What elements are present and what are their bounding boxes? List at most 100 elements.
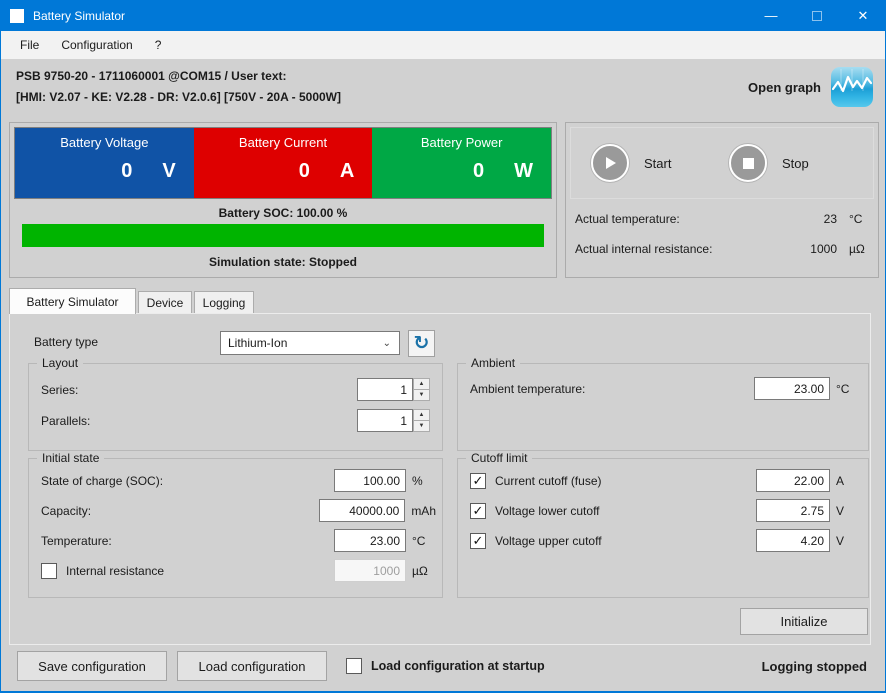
series-down-button[interactable]: ▼ — [413, 390, 430, 401]
initialize-button[interactable]: Initialize — [740, 608, 868, 635]
actual-resistance-label: Actual internal resistance: — [575, 242, 791, 256]
close-button[interactable]: ✕ — [840, 0, 886, 31]
initial-temperature-unit: °C — [406, 534, 436, 548]
battery-power-label: Battery Power — [372, 135, 551, 150]
parallels-stepper: ▲▼ — [357, 409, 430, 432]
tab-battery-simulator-label: Battery Simulator — [26, 295, 118, 309]
actual-resistance-unit: µΩ — [837, 242, 871, 256]
battery-current-meter: Battery Current 0A — [194, 128, 373, 198]
open-graph-label: Open graph — [748, 80, 821, 95]
ambient-group: Ambient Ambient temperature: °C — [457, 363, 869, 451]
initialize-button-label: Initialize — [781, 614, 828, 629]
parallels-down-button[interactable]: ▼ — [413, 421, 430, 432]
menu-configuration[interactable]: Configuration — [50, 33, 143, 57]
load-configuration-label: Load configuration — [199, 659, 306, 674]
voltage-upper-cutoff-unit: V — [830, 534, 860, 548]
layout-group-title: Layout — [37, 356, 83, 370]
device-info-line1: PSB 9750-20 - 1711060001 @COM15 / User t… — [16, 66, 341, 87]
actual-temperature-value: 23 — [791, 212, 837, 226]
load-configuration-button[interactable]: Load configuration — [177, 651, 327, 681]
current-cutoff-unit: A — [830, 474, 860, 488]
battery-type-label: Battery type — [34, 335, 98, 349]
app-window: Battery Simulator — ✕ File Configuration… — [0, 0, 886, 693]
simulation-state-label: Simulation state: Stopped — [10, 255, 556, 269]
ambient-temperature-input[interactable] — [754, 377, 830, 400]
battery-power-unit: W — [514, 160, 533, 183]
voltage-upper-cutoff-checkbox[interactable]: ✓ — [470, 533, 486, 549]
cutoff-limit-group: Cutoff limit ✓ Current cutoff (fuse) A ✓… — [457, 458, 869, 598]
tab-logging[interactable]: Logging — [194, 291, 254, 314]
maximize-button[interactable] — [794, 0, 840, 31]
stop-icon — [729, 144, 767, 182]
series-stepper: ▲▼ — [357, 378, 430, 401]
refresh-battery-type-button[interactable]: ↻ — [408, 330, 435, 357]
voltage-upper-cutoff-label: Voltage upper cutoff — [495, 534, 602, 548]
soc-input[interactable] — [334, 469, 406, 492]
load-config-at-startup-checkbox[interactable] — [346, 658, 362, 674]
control-panel: Start Stop Actual temperature: 23 °C Act… — [565, 122, 879, 278]
menu-help[interactable]: ? — [144, 33, 173, 57]
ambient-temperature-label: Ambient temperature: — [470, 382, 585, 396]
parallels-label: Parallels: — [41, 414, 90, 428]
tab-device-label: Device — [147, 296, 184, 310]
ambient-group-title: Ambient — [466, 356, 520, 370]
voltage-lower-cutoff-label: Voltage lower cutoff — [495, 504, 600, 518]
save-configuration-label: Save configuration — [38, 659, 146, 674]
tab-battery-simulator[interactable]: Battery Simulator — [9, 288, 136, 314]
actual-temperature-label: Actual temperature: — [575, 212, 791, 226]
internal-resistance-label: Internal resistance — [66, 564, 164, 578]
series-up-button[interactable]: ▲ — [413, 378, 430, 390]
actual-resistance-value: 1000 — [791, 242, 837, 256]
layout-group: Layout Series: ▲▼ Parallels: ▲▼ — [28, 363, 443, 451]
initial-state-group: Initial state State of charge (SOC): % C… — [28, 458, 443, 598]
battery-type-dropdown[interactable]: Lithium-Ion ⌄ — [220, 331, 400, 355]
logging-status-label: Logging stopped — [762, 659, 867, 674]
tab-device[interactable]: Device — [138, 291, 192, 314]
actual-temperature-row: Actual temperature: 23 °C — [575, 212, 871, 226]
voltage-upper-cutoff-input[interactable] — [756, 529, 830, 552]
open-graph-button[interactable]: Open graph — [748, 67, 873, 107]
minimize-button[interactable]: — — [748, 0, 794, 31]
internal-resistance-checkbox[interactable] — [41, 563, 57, 579]
capacity-input[interactable] — [319, 499, 405, 522]
voltage-lower-cutoff-input[interactable] — [756, 499, 830, 522]
menu-bar: File Configuration ? — [1, 31, 885, 59]
current-cutoff-checkbox[interactable]: ✓ — [470, 473, 486, 489]
internal-resistance-input — [334, 559, 406, 582]
battery-power-meter: Battery Power 0 W — [372, 128, 551, 198]
start-button[interactable]: Start — [591, 144, 671, 182]
soc-progress-fill — [22, 224, 544, 247]
chevron-down-icon: ⌄ — [383, 338, 391, 349]
graph-icon — [831, 67, 873, 107]
menu-file[interactable]: File — [9, 33, 50, 57]
parallels-up-button[interactable]: ▲ — [413, 409, 430, 421]
series-input[interactable] — [357, 378, 413, 401]
window-title: Battery Simulator — [33, 9, 125, 23]
battery-power-value: 0 — [473, 160, 484, 183]
start-label: Start — [644, 156, 671, 171]
voltage-lower-cutoff-checkbox[interactable]: ✓ — [470, 503, 486, 519]
meter-row: Battery Voltage 0V Battery Current 0A Ba… — [14, 127, 552, 199]
battery-soc-label: Battery SOC: 100.00 % — [10, 206, 556, 220]
stop-button[interactable]: Stop — [729, 144, 809, 182]
measurement-panel: Battery Voltage 0V Battery Current 0A Ba… — [9, 122, 557, 278]
tab-logging-label: Logging — [203, 296, 246, 310]
initial-temperature-input[interactable] — [334, 529, 406, 552]
battery-current-value: 0 — [299, 160, 310, 183]
battery-simulator-tabpanel: Battery type Lithium-Ion ⌄ ↻ Layout Seri… — [9, 313, 871, 645]
voltage-lower-cutoff-unit: V — [830, 504, 860, 518]
close-icon: ✕ — [858, 8, 869, 24]
battery-current-unit: A — [340, 160, 354, 183]
current-cutoff-input[interactable] — [756, 469, 830, 492]
cutoff-limit-group-title: Cutoff limit — [466, 451, 532, 465]
battery-type-value: Lithium-Ion — [228, 336, 287, 350]
actual-temperature-unit: °C — [837, 212, 871, 226]
initial-state-group-title: Initial state — [37, 451, 104, 465]
device-info-line2: [HMI: V2.07 - KE: V2.28 - DR: V2.0.6] [7… — [16, 87, 341, 108]
series-label: Series: — [41, 383, 78, 397]
minimize-icon: — — [765, 8, 778, 23]
battery-voltage-meter: Battery Voltage 0V — [15, 128, 194, 198]
play-icon — [591, 144, 629, 182]
save-configuration-button[interactable]: Save configuration — [17, 651, 167, 681]
parallels-input[interactable] — [357, 409, 413, 432]
